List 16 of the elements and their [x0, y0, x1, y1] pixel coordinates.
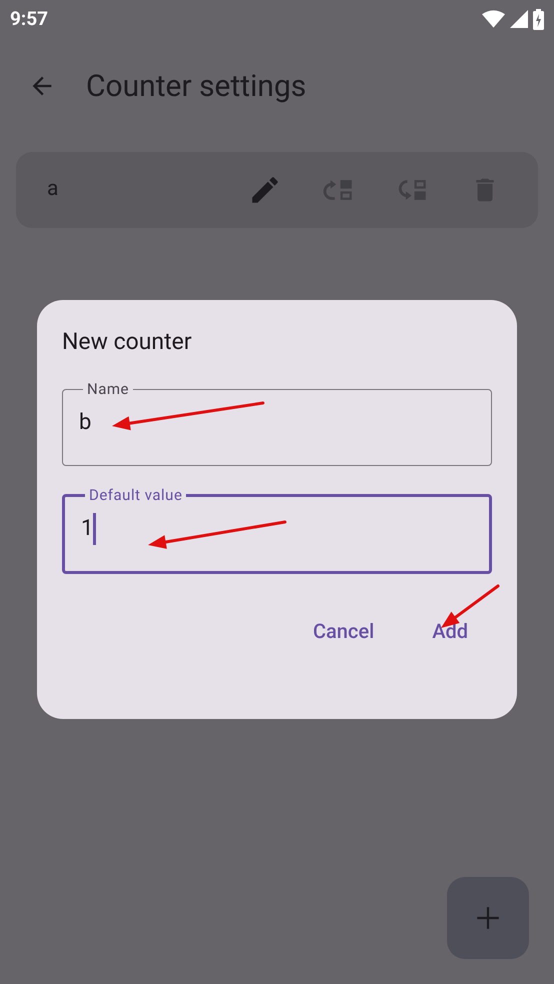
field-value[interactable]: 1: [81, 512, 94, 545]
text-field[interactable]: Default value 1: [62, 488, 492, 574]
text-field[interactable]: Name b: [62, 382, 492, 466]
battery-icon: [533, 8, 544, 30]
wifi-icon: [482, 10, 505, 28]
text-cursor: [93, 512, 96, 544]
dialog-button[interactable]: Add: [420, 610, 480, 652]
dialog-title: New counter: [62, 327, 193, 357]
add-counter-button[interactable]: [447, 877, 529, 959]
counter-name: a: [47, 176, 60, 204]
field-value[interactable]: b: [79, 406, 92, 439]
plus-icon: [475, 905, 501, 931]
signal-icon: [510, 10, 528, 28]
status-time: 9:57: [10, 6, 48, 32]
page-title: Counter settings: [86, 68, 306, 106]
dialog-button[interactable]: Cancel: [300, 610, 386, 652]
